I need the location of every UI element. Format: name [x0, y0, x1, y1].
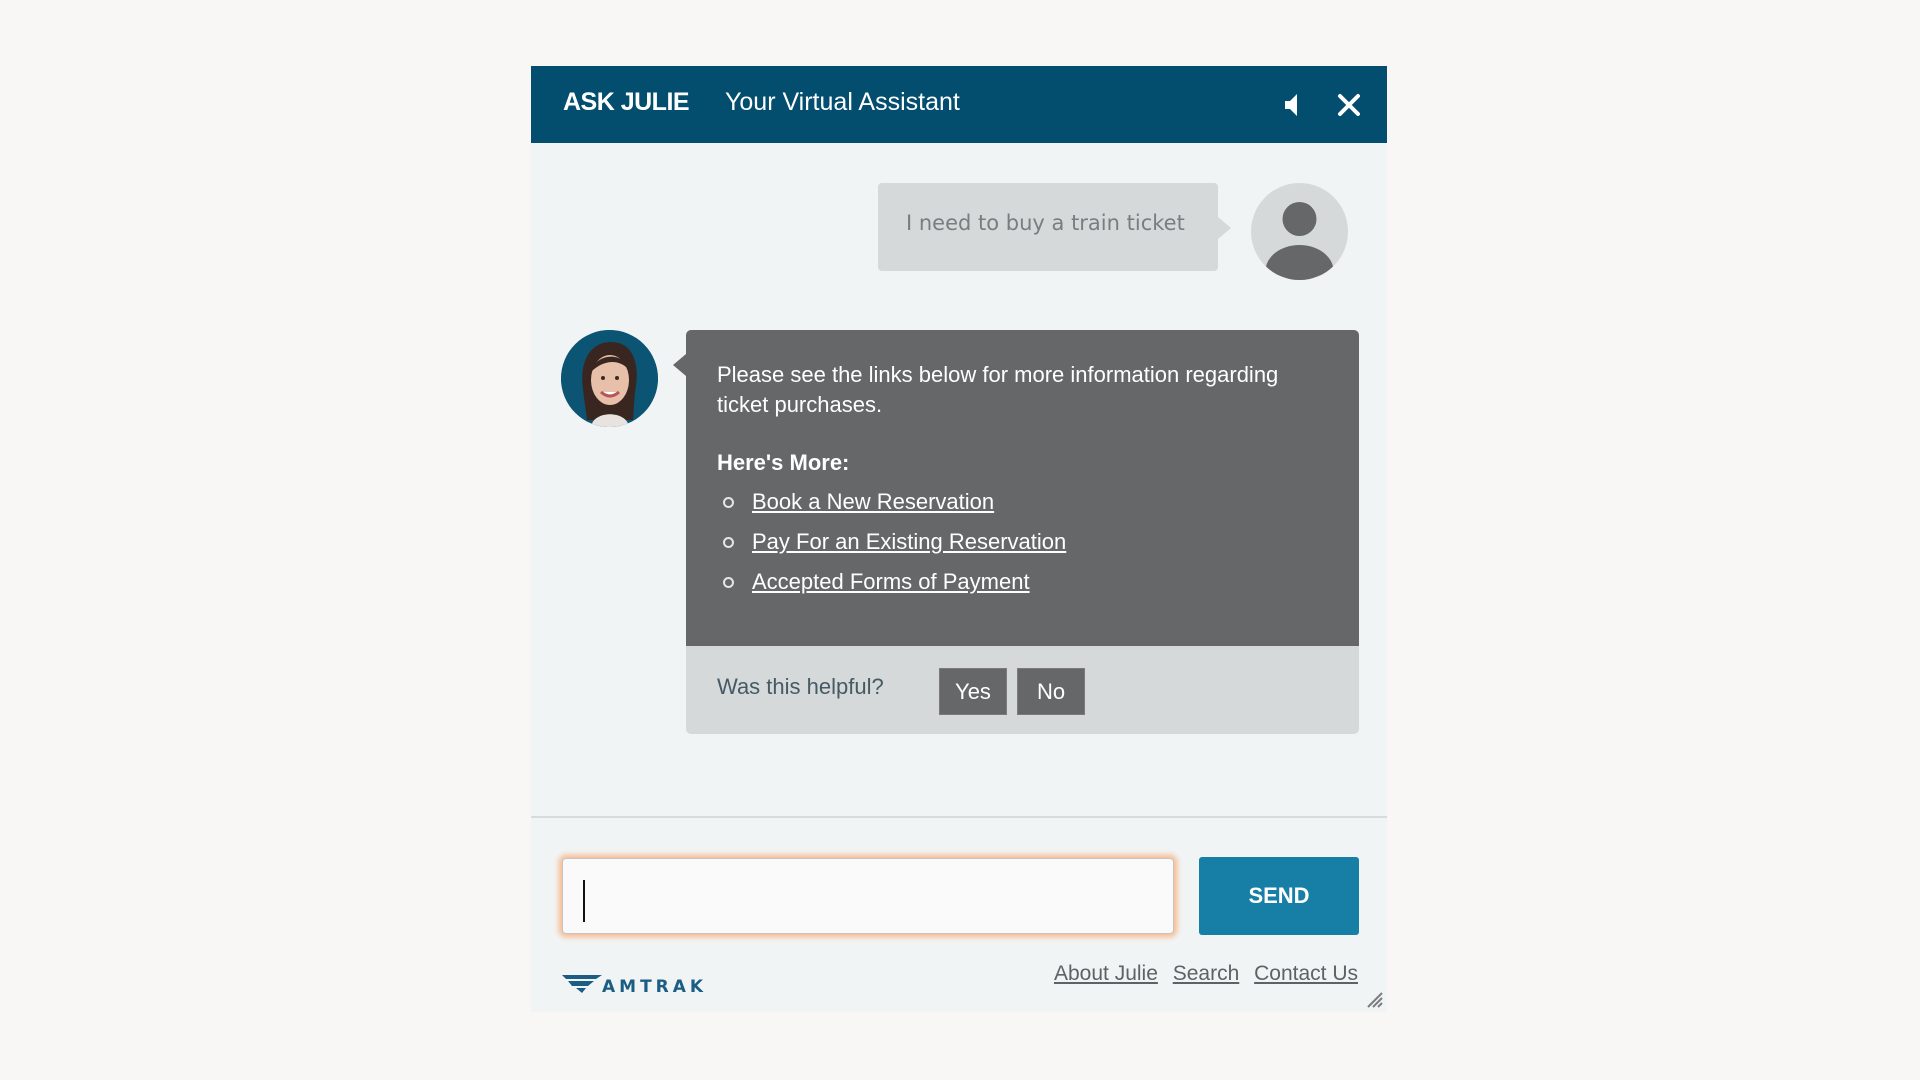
- close-button[interactable]: [1332, 88, 1366, 122]
- bullet-icon: [723, 537, 734, 548]
- send-button[interactable]: SEND: [1199, 857, 1359, 935]
- composer-divider: [531, 816, 1387, 818]
- bot-message-body: Please see the links below for more info…: [686, 330, 1359, 646]
- feedback-yes-button[interactable]: Yes: [939, 668, 1007, 715]
- link-accepted-payment[interactable]: Accepted Forms of Payment: [752, 569, 1030, 594]
- brand-title: ASK JULIE: [563, 88, 690, 116]
- search-link[interactable]: Search: [1173, 962, 1240, 985]
- user-message-bubble: I need to buy a train ticket: [878, 183, 1231, 271]
- link-pay-existing-reservation[interactable]: Pay For an Existing Reservation: [752, 529, 1066, 554]
- close-icon: [1338, 94, 1360, 116]
- julie-avatar: [561, 330, 658, 427]
- list-item: Book a New Reservation: [717, 485, 1066, 525]
- bot-message-text: Please see the links below for more info…: [717, 362, 1279, 417]
- link-book-new-reservation[interactable]: Book a New Reservation: [752, 489, 994, 514]
- feedback-bar: Was this helpful? Yes No: [686, 646, 1359, 734]
- bot-message-bubble: Please see the links below for more info…: [673, 330, 1359, 734]
- user-silhouette-icon: [1265, 202, 1334, 280]
- user-avatar: [1251, 183, 1348, 280]
- footer-links: About Julie Search Contact Us: [1045, 962, 1358, 986]
- message-input[interactable]: [562, 858, 1174, 934]
- logo-text: AMTRAK: [602, 977, 707, 994]
- list-item: Accepted Forms of Payment: [717, 565, 1066, 605]
- contact-us-link[interactable]: Contact Us: [1254, 962, 1358, 985]
- amtrak-logo: AMTRAK: [562, 972, 737, 997]
- text-caret: [583, 880, 585, 922]
- more-links-list: Book a New Reservation Pay For an Existi…: [717, 485, 1066, 605]
- speaker-icon: [1285, 94, 1297, 116]
- bullet-icon: [723, 497, 734, 508]
- chat-widget: ASK JULIE Your Virtual Assistant I need …: [531, 66, 1387, 1012]
- julie-portrait-icon: [561, 330, 658, 427]
- feedback-label: Was this helpful?: [717, 674, 884, 699]
- mute-button[interactable]: [1275, 88, 1309, 122]
- more-links-heading: Here's More:: [717, 450, 850, 475]
- bullet-icon: [723, 577, 734, 588]
- header-subtitle: Your Virtual Assistant: [725, 88, 960, 116]
- list-item: Pay For an Existing Reservation: [717, 525, 1066, 565]
- resize-grip-icon[interactable]: [1362, 987, 1384, 1009]
- user-message-text: I need to buy a train ticket: [906, 211, 1185, 235]
- feedback-no-button[interactable]: No: [1017, 668, 1085, 715]
- chat-header: ASK JULIE Your Virtual Assistant: [531, 66, 1387, 143]
- about-julie-link[interactable]: About Julie: [1054, 962, 1158, 985]
